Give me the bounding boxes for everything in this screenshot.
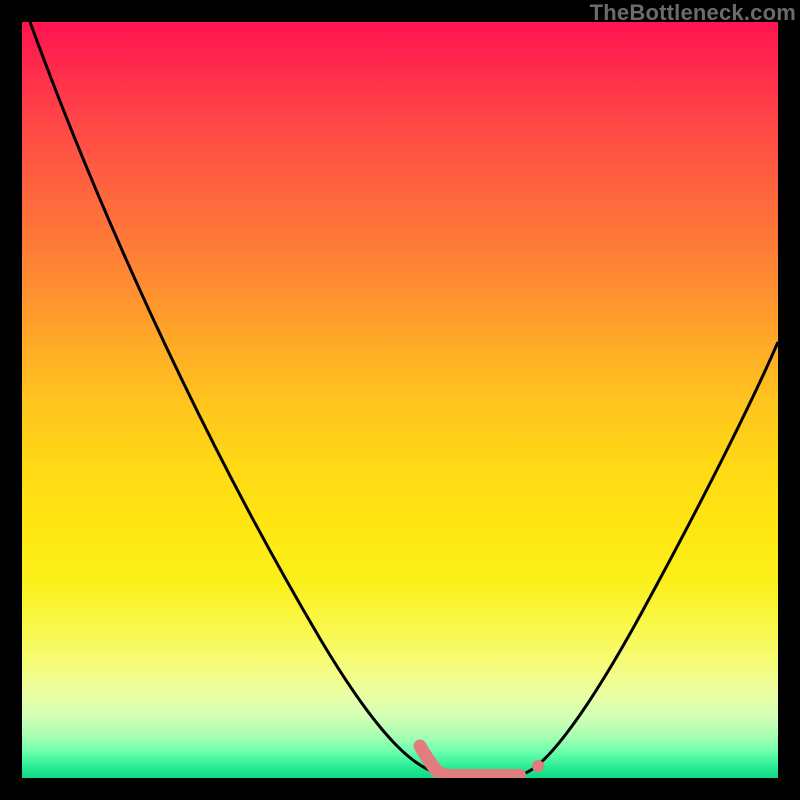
- watermark-text: TheBottleneck.com: [590, 0, 796, 26]
- curve-layer: [22, 22, 778, 778]
- chart-frame: TheBottleneck.com: [0, 0, 800, 800]
- plot-area: [22, 22, 778, 778]
- bottleneck-curve: [30, 22, 778, 774]
- optimal-zone-marker: [420, 746, 544, 775]
